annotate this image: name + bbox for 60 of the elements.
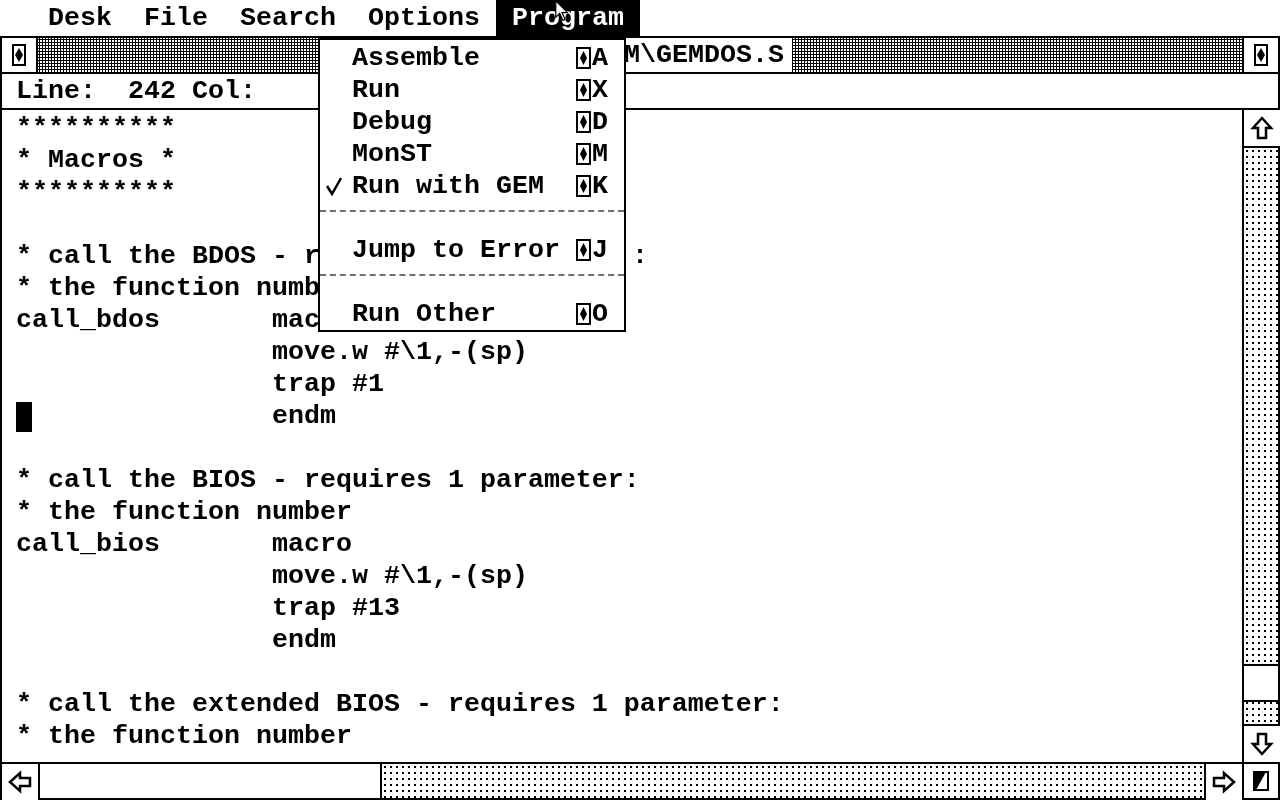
menu-item-label: Run Other — [352, 298, 497, 330]
shortcut-key: A — [592, 42, 608, 74]
full-icon — [1254, 44, 1268, 66]
menu-item[interactable]: Assemble A — [320, 42, 624, 74]
menu-item-label: Run with GEM — [352, 170, 545, 202]
scroll-track[interactable] — [40, 764, 1204, 798]
code-line: endm — [270, 400, 336, 432]
code-line: ********** — [16, 112, 176, 144]
menu-title[interactable]: Program — [495, 0, 640, 36]
resize-icon — [1252, 770, 1270, 792]
scroll-thumb[interactable] — [40, 764, 382, 798]
shortcut-key: K — [592, 170, 608, 202]
menu-item-label: Assemble — [352, 42, 481, 74]
code-line: * the function number — [16, 720, 352, 752]
scroll-thumb[interactable] — [1244, 664, 1278, 702]
close-icon — [12, 44, 26, 66]
shortcut-key: O — [592, 298, 608, 330]
menu-item-label: Debug — [352, 106, 433, 138]
alternate-key-icon — [576, 239, 592, 261]
menu-title[interactable]: Options — [352, 0, 496, 36]
code-line: move.w #\1,-(sp) — [270, 560, 528, 592]
menu-item-label: Run — [352, 74, 401, 106]
alternate-key-icon — [576, 79, 592, 101]
code-line: : — [632, 240, 648, 272]
menu-title[interactable]: Desk — [32, 0, 128, 36]
alternate-key-icon — [576, 47, 592, 69]
shortcut-key: J — [592, 234, 608, 266]
code-line: call_bios macro — [16, 528, 352, 560]
code-line: trap #1 — [270, 368, 384, 400]
code-line: ********** — [16, 176, 176, 208]
alternate-key-icon — [576, 175, 592, 197]
menu-item-label: MonST — [352, 138, 433, 170]
menu-item[interactable]: Run with GEM K — [320, 170, 624, 202]
code-line: trap #13 — [270, 592, 400, 624]
alternate-key-icon — [576, 111, 592, 133]
menu-item[interactable]: Run X — [320, 74, 624, 106]
code-line: * the function numb — [16, 272, 320, 304]
shortcut-key: X — [592, 74, 608, 106]
code-line: * Macros * — [16, 144, 176, 176]
scroll-track[interactable] — [1244, 148, 1278, 724]
menu-item[interactable]: MonST M — [320, 138, 624, 170]
menu-item[interactable]: Jump to Error J — [320, 234, 624, 266]
window-title: M\GEMDOS.S — [624, 38, 792, 72]
code-line: * call the BDOS - r — [16, 240, 320, 272]
code-line: endm — [270, 624, 336, 656]
info-line: Line: 242 Col: — [16, 75, 256, 107]
alternate-key-icon — [576, 143, 592, 165]
code-line: * the function number — [16, 496, 352, 528]
menu-item[interactable]: Run Other O — [320, 298, 624, 330]
code-line: * call the BIOS - requires 1 parameter: — [16, 464, 640, 496]
code-line: move.w #\1,-(sp) — [270, 336, 528, 368]
menu-item[interactable]: Debug D — [320, 106, 624, 138]
menu-item-label: Jump to Error — [352, 234, 561, 266]
shortcut-key: M — [592, 138, 608, 170]
menu-title[interactable]: Search — [224, 0, 352, 36]
code-line: call_bdos mac — [16, 304, 320, 336]
shortcut-key: D — [592, 106, 608, 138]
menu-title[interactable]: File — [128, 0, 224, 36]
alternate-key-icon — [576, 303, 592, 325]
code-line: * call the extended BIOS - requires 1 parameter: — [16, 688, 784, 720]
